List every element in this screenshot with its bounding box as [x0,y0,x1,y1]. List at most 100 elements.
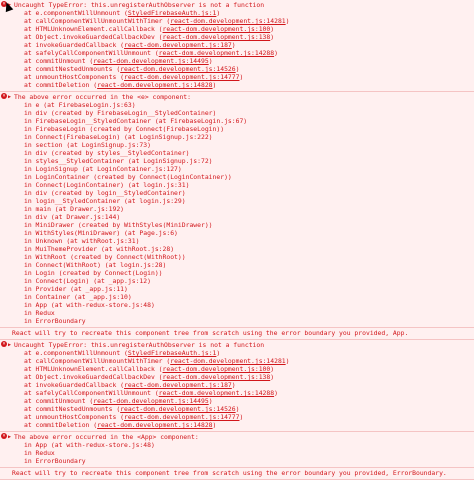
component-tree-line: in Provider (at _app.js:11) [24,285,128,293]
stack-frame-source-link[interactable]: react-dom.development.js:14777 [124,413,239,421]
stack-frame-close: ) [231,381,236,389]
stack-frame-close: ) [274,49,278,57]
component-tree-line: in ErrorBoundary [24,457,86,465]
stack-frame-source-link[interactable]: StyledFirebaseAuth.js:1 [128,9,217,17]
component-tree-line: in LoginSignup (at LoginContainer.js:127… [24,165,182,173]
console-message[interactable]: × ▶ Uncaught TypeError: this.unregisterAut… [0,340,474,432]
stack-frame-function: at invokeGuardedCallback ( [24,381,125,389]
stack-frame-source-link[interactable]: react-dom.development.js:14526 [120,405,235,413]
component-tree-line: in div (created by FirebaseLogin__Styled… [24,109,217,117]
component-tree-line: in div (created by login__StyledContaine… [24,189,186,197]
stack-frame-source-link[interactable]: react-dom.development.js:14281 [170,17,285,25]
stack-frame-close: ) [231,41,236,49]
component-tree-line: in div (at Drawer.js:144) [24,213,121,221]
stack-frame-function: at commitNestedUnmounts ( [24,405,121,413]
component-tree-line: in FirebaseLogin__StyledContainer (at Fi… [24,117,248,125]
component-tree-line: in Login (created by Connect(Login)) [24,269,163,277]
message-title: The above error occurred in the <e> comp… [14,93,191,101]
error-circle-icon: × [1,433,7,439]
message-header[interactable]: × ▶ The above error occurred in the <e> co… [0,93,474,101]
stack-frame-source-link[interactable]: react-dom.development.js:14828 [97,81,212,89]
stack-frame: at commitNestedUnmounts (react-dom.devel… [0,405,474,413]
stack-frame-source-link[interactable]: react-dom.development.js:14526 [120,65,235,73]
stack-frame-close: ) [285,17,290,25]
stack-frame-function: at unmountHostComponents ( [24,413,125,421]
component-tree-line: in Redux [24,309,55,317]
component-tree-line: in Redux [24,449,55,457]
stack-frame: at commitDeletion (react-dom.development… [0,421,474,429]
stack-frame-source-link[interactable]: react-dom.development.js:14495 [93,57,208,65]
stack-frame-close: ) [235,65,240,73]
component-tree-line: in section (at LoginSignup.js:73) [24,141,151,149]
stack-frame-source-link[interactable]: react-dom.development.js:187 [124,381,232,389]
component-tree-line: in main (at Drawer.js:192) [24,205,125,213]
stack-frame: at HTMLUnknownElement.callCallback (reac… [0,25,474,33]
console-message[interactable]: React will try to recreate this componen… [0,328,474,340]
triangle-expand-icon[interactable]: ▶ [8,433,11,441]
stack-frame-close: ) [239,73,244,81]
stack-frame-source-link[interactable]: react-dom.development.js:14288 [159,49,274,57]
stack-frame-function: at commitDeletion ( [24,81,98,89]
stack-frame-close: ) [235,405,240,413]
stack-frame: at e.componentWillUnmount (StyledFirebas… [0,349,474,357]
component-tree-line: in App (at with-redux-store.js:48) [24,441,155,449]
stack-frame-close: ) [208,57,213,65]
component-tree-line: in div (created by styles__StyledContain… [24,149,190,157]
stack-frame: at safelyCallComponentWillUnmount (react… [0,389,474,397]
stack-frame-source-link[interactable]: react-dom.development.js:14281 [170,357,285,365]
stack-frame: at unmountHostComponents (react-dom.deve… [0,73,474,81]
stack-frame-source-link[interactable]: react-dom.development.js:14777 [124,73,239,81]
stack-frame-source-link[interactable]: react-dom.development.js:138 [163,373,271,381]
component-tree-line: in LoginContainer (created by Connect(Lo… [24,173,232,181]
devtools-console[interactable]: × ▶ Uncaught TypeError: this.unregisterAut… [0,0,474,480]
stack-frame-function: at HTMLUnknownElement.callCallback ( [24,25,163,33]
error-circle-icon: × [1,93,7,99]
component-tree-line: in Connect(Login) (at _app.js:12) [24,277,151,285]
console-message[interactable]: React will try to recreate this componen… [0,468,474,480]
component-tree-line: in styles__StyledContainer (at LoginSign… [24,157,213,165]
component-tree-line: in WithRoot (created by Connect(WithRoot… [24,253,186,261]
triangle-expand-icon[interactable]: ▶ [8,93,11,101]
console-message[interactable]: × ▶ The above error occurred in the <App> … [0,432,474,468]
stack-frame-close: ) [270,25,275,33]
stack-frame-close: ) [208,397,213,405]
message-header[interactable]: × ▶ Uncaught TypeError: this.unregisterAut… [0,1,474,9]
stack-frame: at commitNestedUnmounts (react-dom.devel… [0,65,474,73]
component-tree-line: in Container (at _app.js:10) [24,293,132,301]
info-message-text: React will try to recreate this componen… [12,329,409,337]
error-circle-icon: × [1,341,7,347]
component-tree-line: in WithStyles(MiniDrawer) (at Page.js:6) [24,229,178,237]
stack-frame-function: at invokeGuardedCallback ( [24,41,125,49]
stack-frame-source-link[interactable]: react-dom.development.js:14288 [159,389,274,397]
stack-frame-close: ) [212,421,217,429]
component-tree-line: in MuiThemeProvider (at withRoot.js:28) [24,245,175,253]
stack-frame-close: ) [274,389,278,397]
message-title: Uncaught TypeError: this.unregisterAuthO… [14,1,265,9]
stack-frame-source-link[interactable]: react-dom.development.js:187 [124,41,232,49]
stack-frame: at callComponentWillUnmountWithTimer (re… [0,357,474,365]
message-header[interactable]: × ▶ Uncaught TypeError: this.unregisterAut… [0,341,474,349]
stack-frame-source-link[interactable]: StyledFirebaseAuth.js:1 [128,349,217,357]
stack-frame: at commitUnmount (react-dom.development.… [0,397,474,405]
stack-frame-source-link[interactable]: react-dom.development.js:14495 [93,397,208,405]
component-tree-line: in e (at FirebaseLogin.js:63) [24,101,136,109]
stack-frame-source-link[interactable]: react-dom.development.js:100 [163,365,271,373]
console-message[interactable]: × ▶ The above error occurred in the <e> co… [0,92,474,328]
message-header[interactable]: × ▶ The above error occurred in the <App> … [0,433,474,441]
stack-frame: at HTMLUnknownElement.callCallback (reac… [0,365,474,373]
stack-frame-source-link[interactable]: react-dom.development.js:14828 [97,421,212,429]
stack-frame-source-link[interactable]: react-dom.development.js:138 [163,33,271,41]
stack-frame: at Object.invokeGuardedCallbackDev (reac… [0,33,474,41]
stack-frame-function: at e.componentWillUnmount ( [24,349,128,357]
stack-frame-function: at safelyCallComponentWillUnmount ( [24,49,159,57]
console-message[interactable]: × ▶ Uncaught TypeError: this.unregisterAut… [0,0,474,92]
stack-frame: at callComponentWillUnmountWithTimer (re… [0,17,474,25]
stack-frame-close: ) [216,9,221,17]
stack-frame-function: at callComponentWillUnmountWithTimer ( [24,17,171,25]
component-tree-line: in FirebaseLogin (created by Connect(Fir… [24,125,225,133]
stack-frame-function: at commitDeletion ( [24,421,98,429]
stack-frame-source-link[interactable]: react-dom.development.js:100 [163,25,271,33]
stack-frame-close: ) [285,357,290,365]
triangle-expand-icon[interactable]: ▶ [8,341,11,349]
stack-frame-close: ) [270,373,275,381]
